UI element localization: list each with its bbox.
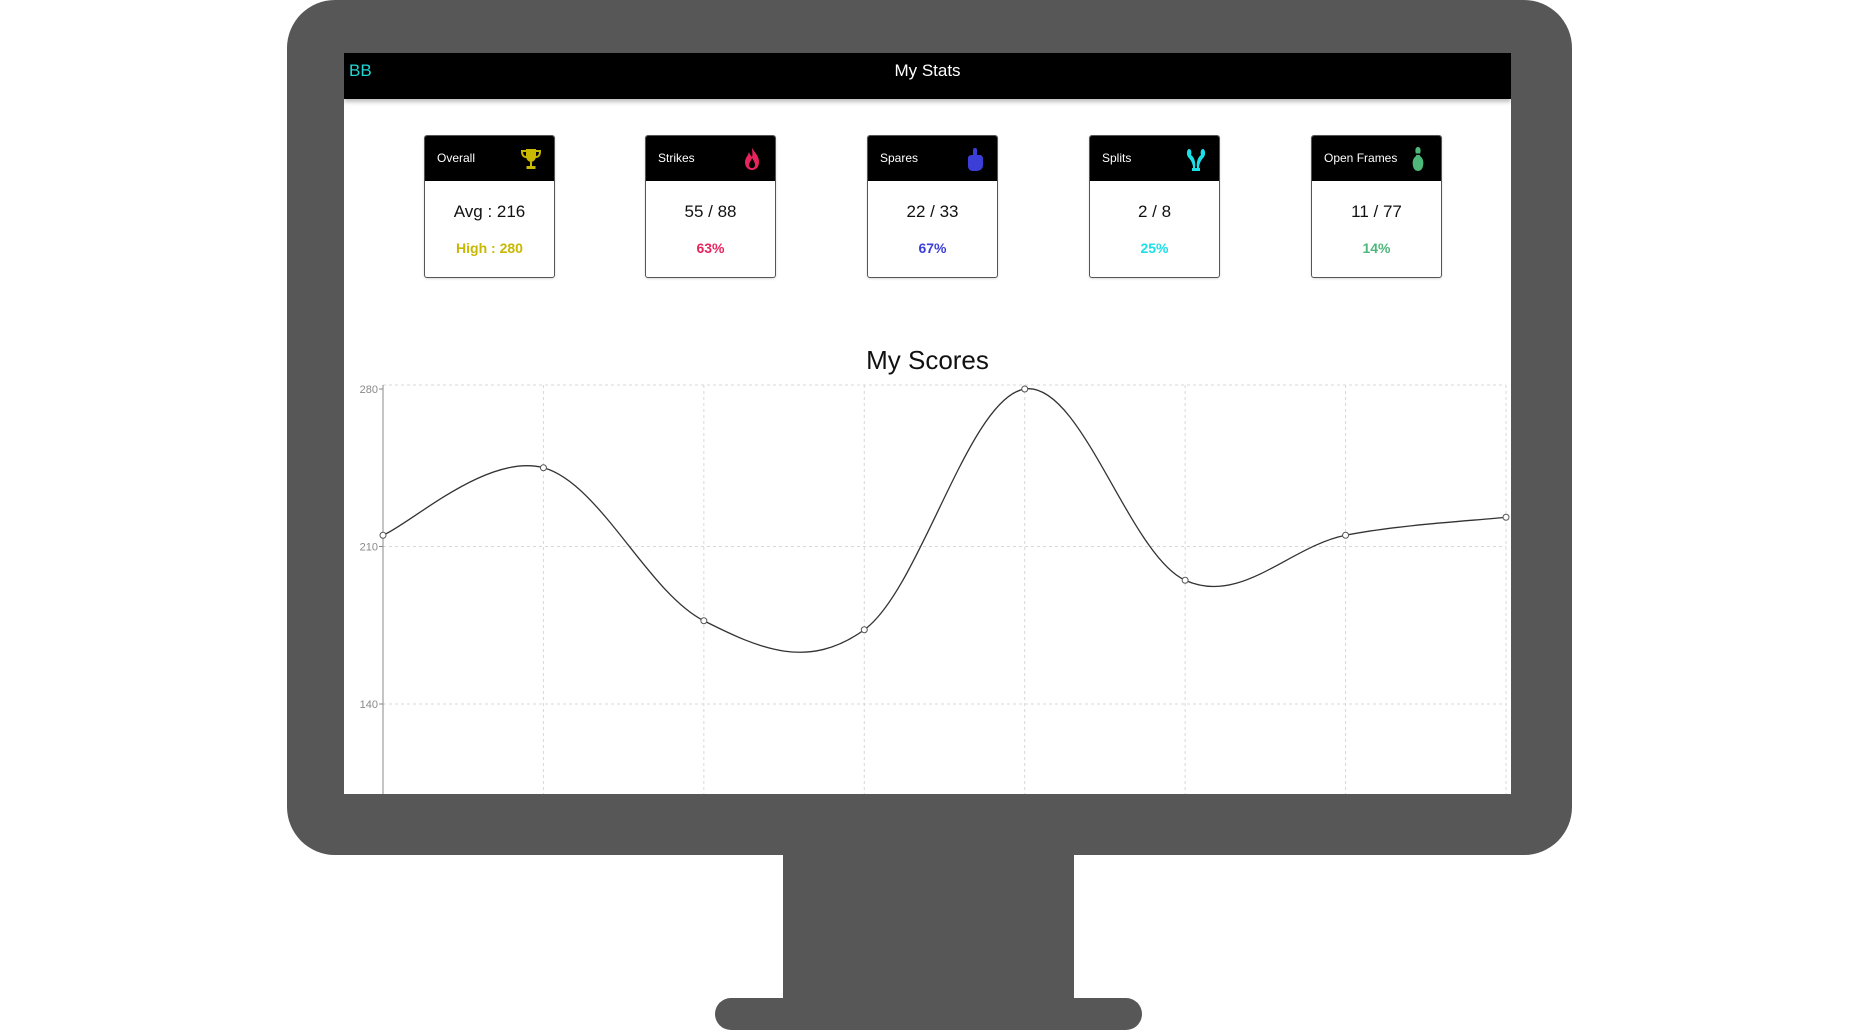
app-screen: BB My Stats Overall Avg : 216 High : 280… [344, 53, 1511, 794]
data-point [700, 617, 708, 625]
data-point [1342, 531, 1350, 539]
data-point [1021, 385, 1029, 393]
data-point [539, 464, 547, 472]
scores-line-chart: 140 210 280 [360, 384, 1510, 794]
data-point [379, 531, 387, 539]
series-line [382, 388, 1507, 653]
data-point [1502, 513, 1510, 521]
data-point [1181, 576, 1189, 584]
y-axis-tick-label: 140 [360, 699, 378, 711]
monitor-stand-base [715, 998, 1142, 1030]
y-axis-tick-label: 280 [360, 384, 378, 396]
y-axis-tick-label: 210 [360, 542, 378, 554]
monitor-stand-neck [783, 853, 1074, 1001]
data-point [860, 626, 868, 634]
